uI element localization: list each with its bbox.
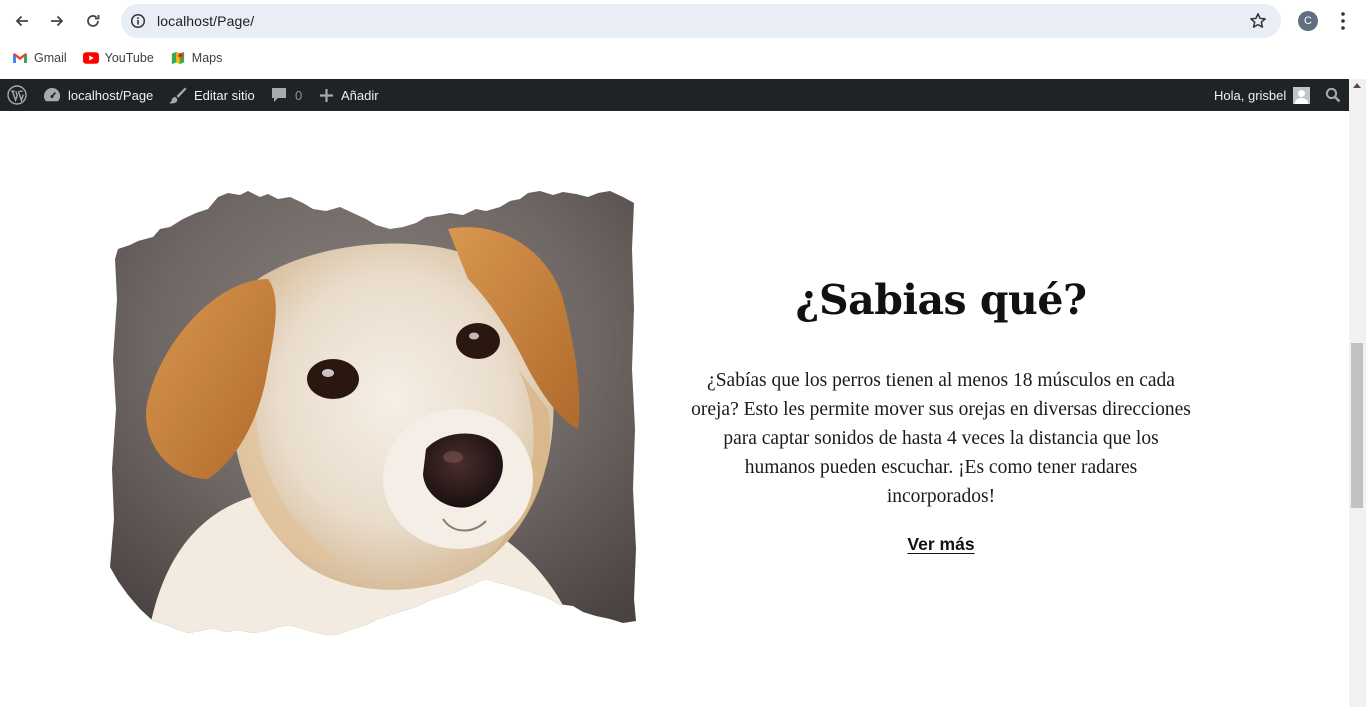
- dog-image: [108, 189, 638, 637]
- admin-search-button[interactable]: [1325, 79, 1348, 111]
- bookmark-label: Maps: [191, 51, 223, 65]
- url-text[interactable]: localhost/Page/: [157, 13, 254, 29]
- arrow-left-icon: [15, 15, 28, 27]
- reload-icon: [87, 15, 100, 27]
- user-greeting: Hola, grisbel: [1214, 87, 1287, 103]
- fact-title: ¿Sabias qué?: [795, 276, 1087, 324]
- wp-logo-menu[interactable]: [7, 79, 34, 111]
- kebab-menu-icon[interactable]: [1336, 10, 1350, 32]
- youtube-icon: [82, 52, 99, 64]
- forward-button[interactable]: [44, 8, 70, 34]
- profile-avatar[interactable]: C: [1298, 11, 1318, 31]
- user-avatar: [1293, 86, 1311, 104]
- bookmark-youtube[interactable]: YouTube: [82, 51, 154, 65]
- bookmark-gmail[interactable]: Gmail: [12, 51, 67, 65]
- page-content: ¿Sabias qué? ¿Sabías que los perros tien…: [0, 111, 1349, 707]
- arrow-right-icon: [51, 15, 64, 27]
- fact-section: ¿Sabias qué? ¿Sabías que los perros tien…: [686, 276, 1196, 555]
- my-account-menu[interactable]: Hola, grisbel: [1214, 79, 1311, 111]
- bookmark-star-icon[interactable]: [1249, 12, 1267, 30]
- plus-icon: [320, 88, 333, 102]
- scroll-thumb[interactable]: [1351, 343, 1363, 508]
- brush-icon: [169, 87, 187, 103]
- page-scrollbar[interactable]: [1349, 79, 1366, 707]
- bookmark-label: Gmail: [34, 51, 67, 65]
- site-name: localhost/Page: [68, 87, 154, 103]
- back-button[interactable]: [9, 8, 35, 34]
- comments-link[interactable]: 0: [270, 79, 302, 111]
- scroll-up-arrow[interactable]: [1353, 83, 1361, 88]
- bookmark-maps[interactable]: Maps: [170, 51, 223, 65]
- read-more-link[interactable]: Ver más: [907, 534, 974, 555]
- fact-body: ¿Sabías que los perros tienen al menos 1…: [691, 370, 1191, 507]
- add-new-label: Añadir: [341, 87, 379, 103]
- browser-toolbar: localhost/Page/ C Gmail YouTube Maps: [0, 0, 1366, 79]
- add-new-link[interactable]: Añadir: [319, 79, 379, 111]
- reload-button[interactable]: [80, 8, 106, 34]
- comment-bubble-icon: [272, 88, 286, 102]
- info-icon[interactable]: [130, 13, 146, 29]
- address-bar[interactable]: localhost/Page/: [121, 4, 1281, 38]
- wp-admin-bar: localhost/Page Editar sitio 0 Añadir Hol…: [0, 79, 1349, 111]
- bookmarks-bar: Gmail YouTube Maps: [0, 46, 226, 70]
- gmail-icon: [13, 53, 27, 63]
- bookmark-label: YouTube: [104, 51, 154, 65]
- maps-icon: [171, 51, 184, 65]
- edit-site-label: Editar sitio: [194, 87, 255, 103]
- dashboard-icon: [44, 87, 61, 102]
- edit-site-link[interactable]: Editar sitio: [168, 79, 255, 111]
- site-name-link[interactable]: localhost/Page: [43, 79, 153, 111]
- wordpress-logo-icon: [7, 85, 27, 105]
- search-icon: [1325, 87, 1341, 103]
- comments-count: 0: [295, 87, 303, 103]
